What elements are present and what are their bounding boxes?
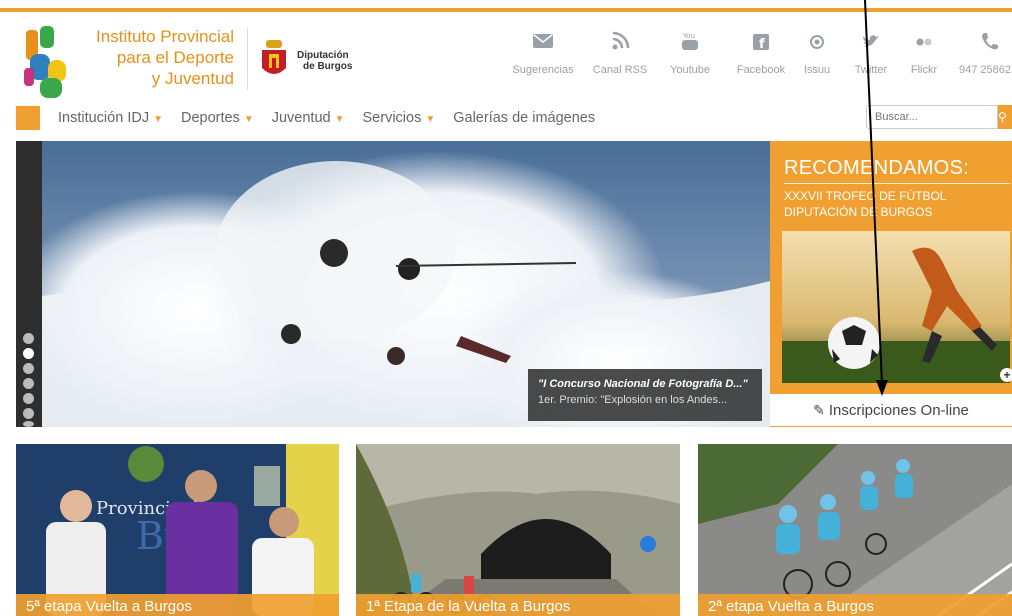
main-nav: Institución IDJ ▼ Deportes ▼ Juventud ▼ Ser… <box>58 108 613 130</box>
logo-line-2: para el Deporte <box>116 48 234 67</box>
nav-label: Servicios <box>362 110 422 126</box>
social-label: Facebook <box>736 64 786 76</box>
social-issuu[interactable]: Issuu <box>800 28 834 78</box>
nav-label: Deportes <box>180 110 240 126</box>
search-input[interactable] <box>866 105 998 129</box>
facebook-icon: f <box>753 34 769 52</box>
news-photo-peloton <box>698 444 1012 616</box>
nav-galerias[interactable]: Galerías de imágenes <box>453 108 595 130</box>
svg-text:f: f <box>759 37 765 52</box>
nav-institucion[interactable]: Institución IDJ ▼ <box>58 108 163 130</box>
news-card[interactable]: 2ª etapa Vuelta a Burgos <box>698 444 1012 616</box>
social-label: Flickr <box>910 64 938 76</box>
social-label: Issuu <box>803 64 831 76</box>
caption-subtitle: 1er. Premio: "Explosión en los Andes... <box>538 394 728 406</box>
news-card[interactable]: Provincia de Bur 5ª etapa Vuelta a Burgo… <box>16 444 339 616</box>
recommend-divider <box>784 183 1010 184</box>
social-phone[interactable]: 947 25862 <box>956 28 1012 78</box>
idj-logo-icon[interactable] <box>22 24 72 102</box>
slider-dot[interactable] <box>23 408 34 419</box>
flickr-icon <box>916 38 932 46</box>
logo-line-3: y Juventud <box>151 69 234 88</box>
top-accent-bar <box>0 8 1012 12</box>
nav-label: Galerías de imágenes <box>453 110 596 126</box>
nav-label: Institución IDJ <box>58 110 150 126</box>
inscripciones-button[interactable]: ✎ Inscripciones On-line <box>770 394 1012 426</box>
slider-dot[interactable] <box>23 378 34 389</box>
slider-dot[interactable] <box>23 333 34 344</box>
svg-text:You: You <box>682 32 695 40</box>
phone-icon <box>982 33 998 50</box>
news-title: 1ª Etapa de la Vuelta a Burgos <box>356 594 680 616</box>
recommend-subtitle-line: XXXVII TROFEO DE FÚTBOL <box>784 189 947 203</box>
recommend-title: RECOMENDAMOS: <box>784 157 970 179</box>
social-youtube[interactable]: You Youtube <box>664 28 716 78</box>
plus-icon[interactable]: + <box>1000 368 1012 382</box>
news-card[interactable]: 1ª Etapa de la Vuelta a Burgos <box>356 444 680 616</box>
social-label: 947 25862 <box>959 64 1011 76</box>
diputacion-crest-icon[interactable] <box>259 38 289 80</box>
news-photo-podium: Provincia de Bur <box>16 444 339 616</box>
social-twitter[interactable]: Twitter <box>848 28 894 78</box>
logo-line-1: Instituto Provincial <box>96 27 234 46</box>
social-sugerencias[interactable]: Sugerencias <box>512 28 574 78</box>
social-rss[interactable]: Canal RSS <box>592 28 648 78</box>
news-photo-tunnel <box>356 444 680 616</box>
slider-dot-active[interactable] <box>23 348 34 359</box>
rss-icon <box>612 31 630 50</box>
news-title: 5ª etapa Vuelta a Burgos <box>16 594 339 616</box>
twitter-icon <box>863 35 879 47</box>
nav-label: Juventud <box>271 110 331 126</box>
social-label: Sugerencias <box>512 64 574 76</box>
slider-dot[interactable] <box>23 421 34 427</box>
image-slider[interactable]: "I Concurso Nacional de Fotografía D..."… <box>16 141 770 427</box>
pencil-icon: ✎ <box>813 402 825 418</box>
mail-icon <box>533 34 553 48</box>
slider-caption[interactable]: "I Concurso Nacional de Fotografía D..."… <box>528 369 762 421</box>
diputacion-text[interactable]: Diputación de Burgos <box>297 50 352 72</box>
caret-down-icon: ▼ <box>153 114 163 125</box>
diputacion-line-2: de Burgos <box>303 61 353 72</box>
caret-down-icon: ▼ <box>425 114 436 125</box>
recommend-photo-football[interactable] <box>782 231 1010 383</box>
caret-down-icon: ▼ <box>243 114 254 125</box>
search-icon: ⚲ <box>998 110 1007 124</box>
news-title: 2ª etapa Vuelta a Burgos <box>698 594 1012 616</box>
nav-servicios[interactable]: Servicios ▼ <box>363 108 436 130</box>
nav-deportes[interactable]: Deportes ▼ <box>181 108 254 130</box>
caption-title: "I Concurso Nacional de Fotografía D..." <box>538 378 748 390</box>
slider-dot[interactable] <box>23 363 34 374</box>
social-label: Youtube <box>670 64 710 76</box>
inscripciones-label: Inscripciones On-line <box>828 402 969 419</box>
home-square-button[interactable] <box>16 106 40 130</box>
recommend-subtitle[interactable]: XXXVII TROFEO DE FÚTBOL DIPUTACIÓN DE BU… <box>784 188 946 220</box>
recommend-subtitle-line: DIPUTACIÓN DE BURGOS <box>784 205 933 219</box>
social-label: Twitter <box>854 64 888 76</box>
idj-logo-text[interactable]: Instituto Provincial para el Deporte y J… <box>74 26 234 89</box>
caret-down-icon: ▼ <box>334 114 345 125</box>
social-label: Canal RSS <box>592 64 648 76</box>
issuu-icon <box>810 35 824 49</box>
youtube-icon: You <box>682 32 698 50</box>
slider-dot[interactable] <box>23 393 34 404</box>
header-divider <box>247 28 248 90</box>
diputacion-line-1: Diputación <box>297 50 349 61</box>
social-facebook[interactable]: f Facebook <box>732 28 790 78</box>
recommend-panel: RECOMENDAMOS: XXXVII TROFEO DE FÚTBOL DI… <box>770 141 1012 427</box>
slider-dots <box>16 141 42 427</box>
social-flickr[interactable]: Flickr <box>906 28 942 78</box>
nav-juventud[interactable]: Juventud ▼ <box>272 108 345 130</box>
search-button[interactable]: ⚲ <box>998 105 1012 129</box>
